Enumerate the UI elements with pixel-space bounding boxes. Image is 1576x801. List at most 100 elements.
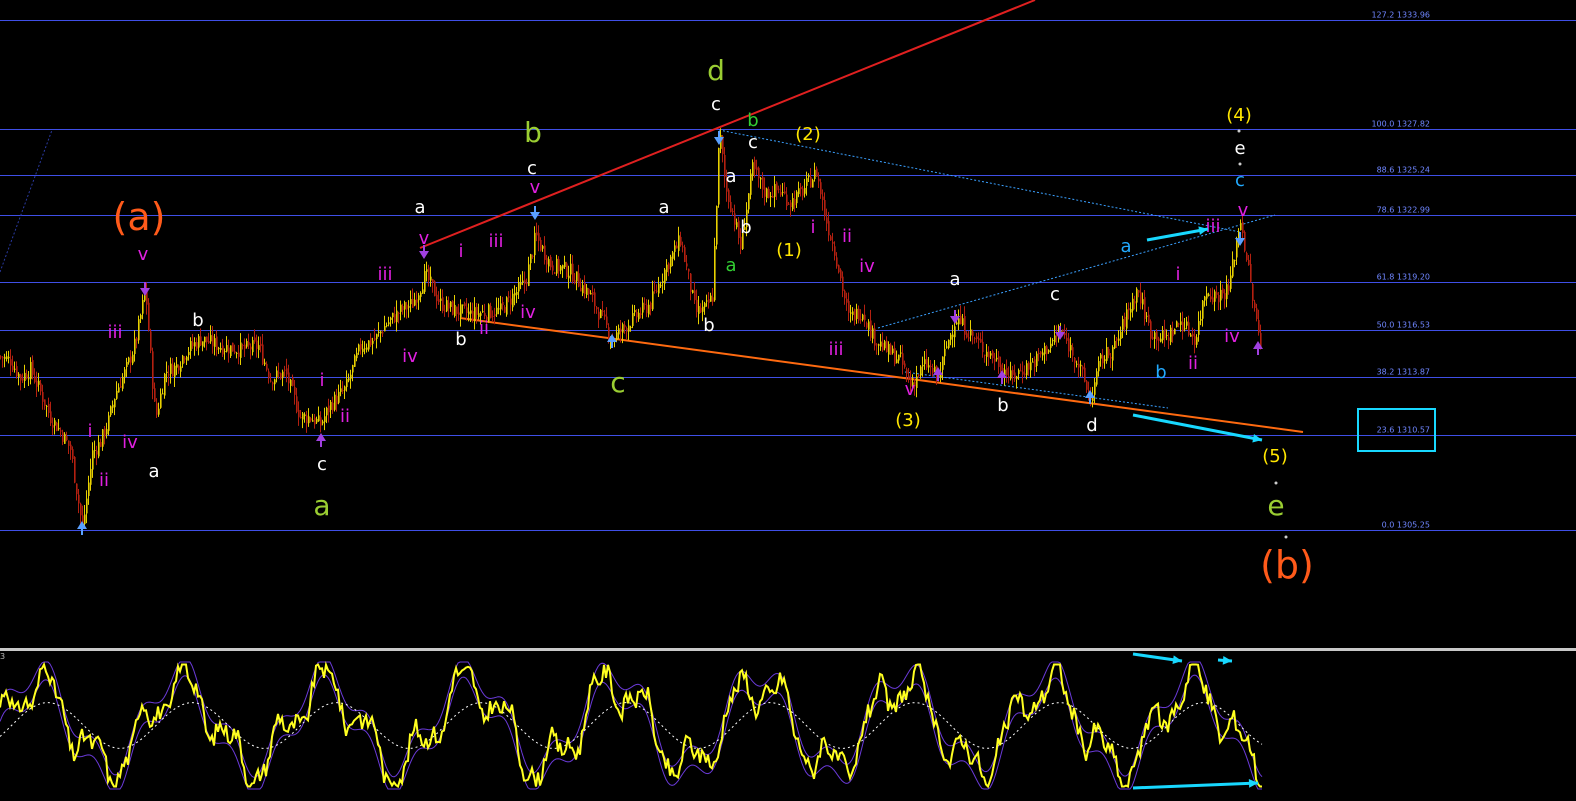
oscillator-panel[interactable] — [0, 650, 1576, 801]
candle-body — [102, 429, 104, 447]
cyan-arrow-line — [1132, 781, 1259, 790]
candle-body — [334, 394, 336, 410]
wave-label: a — [658, 197, 669, 218]
candle-body — [240, 342, 242, 358]
candle-body — [436, 294, 438, 302]
candle-body — [748, 193, 750, 210]
candle-body — [420, 292, 422, 297]
candle-body — [148, 302, 150, 331]
oscillator-label: 3 — [0, 652, 6, 661]
candle-body — [68, 440, 70, 446]
osc-band-lower — [0, 674, 1262, 790]
candle-body — [480, 313, 482, 316]
candle-body — [382, 332, 384, 334]
candle-body — [1068, 338, 1070, 352]
candle-body — [270, 380, 272, 382]
candle-body — [970, 329, 972, 336]
candle-body — [160, 393, 162, 408]
candle-body — [688, 268, 690, 272]
candle-body — [492, 315, 494, 317]
osc-signal-line — [0, 702, 1263, 749]
candle-body — [892, 348, 894, 354]
candle-body — [812, 180, 814, 188]
candle-body — [266, 363, 268, 370]
candle-body — [934, 366, 936, 372]
candle-body — [1170, 327, 1172, 343]
candle-body — [428, 267, 430, 281]
candle-body — [8, 356, 10, 359]
candle-body — [828, 221, 830, 236]
price-chart[interactable]: 127.2 1333.96 100.0 1327.82 88.6 1325.24 78… — [0, 0, 1576, 648]
candle-body — [38, 380, 40, 385]
candle-body — [848, 301, 850, 313]
candle-body — [1106, 346, 1108, 361]
candle-body — [1070, 345, 1072, 351]
fib-label: 0.0 1305.25 — [1382, 521, 1430, 530]
candle-body — [462, 304, 464, 306]
candle-body — [1248, 259, 1250, 266]
upper-channel-line — [419, 0, 1036, 249]
candle-body — [182, 355, 184, 365]
candle-body — [536, 232, 538, 236]
candle-body — [804, 187, 806, 194]
candle-body — [1166, 335, 1168, 337]
candle-body — [578, 273, 580, 287]
candle-body — [838, 265, 840, 273]
candle-body — [438, 299, 440, 303]
candle-body — [596, 307, 598, 310]
candle-body — [1158, 338, 1160, 341]
candle-body — [306, 415, 308, 424]
label-dot — [1238, 162, 1242, 166]
candle-body — [882, 342, 884, 351]
candle-body — [242, 345, 244, 347]
candle-body — [548, 259, 550, 267]
candle-body — [1018, 370, 1020, 374]
candle-body — [296, 396, 298, 412]
candle-body — [1016, 376, 1018, 379]
candle-body — [820, 182, 822, 195]
candle-body — [174, 365, 176, 377]
wave-label: ii — [99, 470, 109, 491]
candle-body — [752, 162, 754, 177]
candle-body — [824, 200, 826, 217]
candle-body — [1022, 371, 1024, 375]
candle-body — [494, 314, 496, 317]
candle-body — [1080, 364, 1082, 367]
candle-body — [1072, 347, 1074, 356]
candle-body — [904, 363, 906, 367]
candle-body — [750, 173, 752, 195]
wave-label: iv — [859, 256, 875, 277]
candle-body — [622, 324, 624, 333]
wave-label: a — [1120, 236, 1131, 257]
candle-body — [118, 387, 120, 393]
candle-body — [652, 291, 654, 310]
candle-body — [498, 308, 500, 310]
candle-body — [278, 372, 280, 374]
candle-body — [586, 287, 588, 295]
candle-body — [448, 302, 450, 309]
candle-body — [862, 314, 864, 320]
candle-body — [316, 418, 318, 423]
candle-body — [898, 354, 900, 361]
candle-body — [16, 366, 18, 377]
candle-body — [1250, 264, 1252, 282]
cyan-arrow-line — [1146, 227, 1209, 242]
candle-body — [818, 178, 820, 182]
candle-body — [866, 322, 868, 328]
wave-label: iii — [828, 339, 843, 360]
swing-arrow-head — [140, 288, 150, 296]
candle-body — [80, 503, 82, 516]
candle-body — [1192, 333, 1194, 337]
candle-body — [152, 351, 154, 389]
candle-body — [580, 288, 582, 292]
candle-body — [760, 178, 762, 180]
candle-body — [1100, 354, 1102, 359]
candle-body — [166, 371, 168, 373]
candle-body — [1102, 355, 1104, 364]
candle-body — [10, 359, 12, 366]
candle-body — [122, 376, 124, 389]
candle-body — [974, 338, 976, 340]
candle-body — [312, 420, 314, 422]
candle-body — [1006, 368, 1008, 376]
candle-body — [72, 449, 74, 460]
